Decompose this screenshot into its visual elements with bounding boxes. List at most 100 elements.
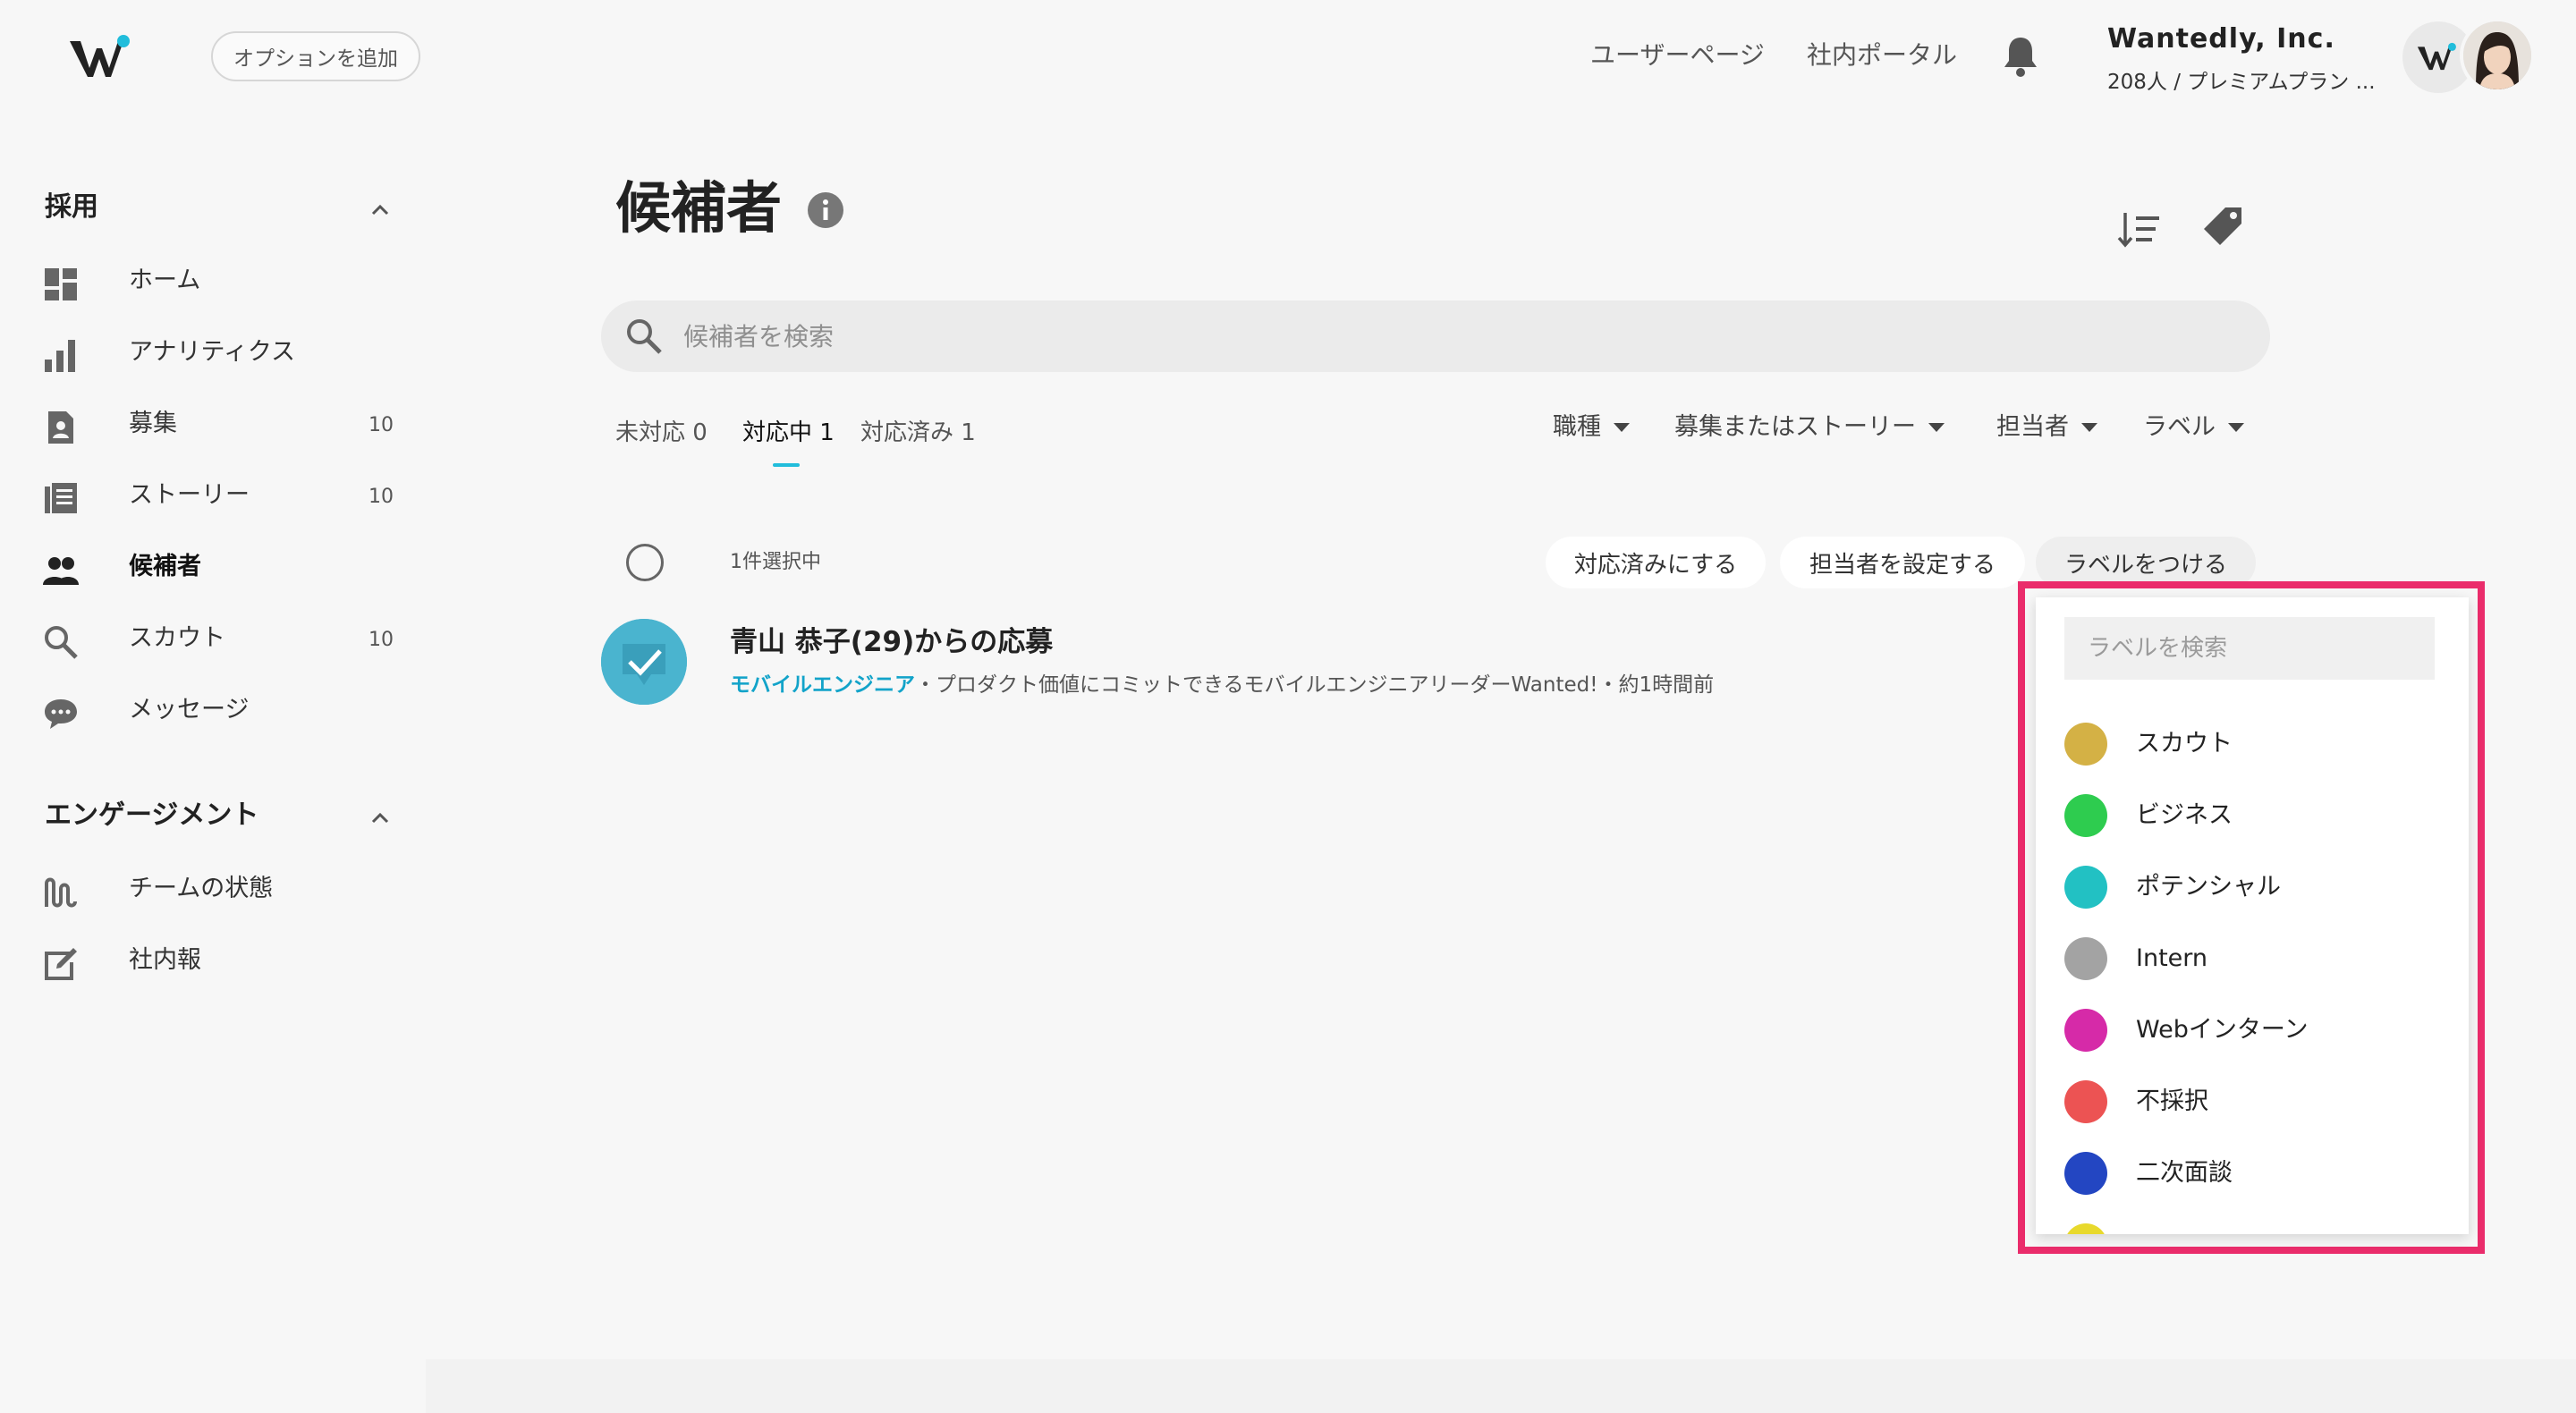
search-input[interactable] — [683, 300, 2204, 372]
label-search-input[interactable] — [2064, 617, 2435, 680]
label-option[interactable]: ビジネス — [2064, 789, 2440, 842]
sidebar-item-label: メッセージ — [129, 696, 250, 723]
sidebar-item-newsletter[interactable]: 社内報 — [36, 935, 411, 989]
filter-label: 担当者 — [1996, 413, 2069, 441]
chevron-up-icon[interactable] — [369, 199, 392, 222]
filter-assignee[interactable]: 担当者 — [1996, 408, 2097, 447]
sidebar-item-label: アナリティクス — [129, 338, 296, 366]
label-option-name: 二次面談 — [2136, 1159, 2233, 1187]
set-assignee-button[interactable]: 担当者を設定する — [1780, 537, 2025, 588]
edit-icon — [43, 946, 79, 982]
bar-chart-icon — [43, 338, 79, 374]
label-option[interactable] — [2064, 1218, 2440, 1234]
filter-job-type[interactable]: 職種 — [1553, 408, 1630, 447]
caret-down-icon — [2228, 423, 2244, 432]
mark-done-button[interactable]: 対応済みにする — [1546, 537, 1766, 588]
sidebar-item-jobs[interactable]: 募集 10 — [36, 399, 411, 453]
active-tab-indicator — [773, 463, 800, 467]
filter-label: 募集またはストーリー — [1674, 413, 1916, 441]
label-option-name: Webインターン — [2136, 1016, 2309, 1044]
label-option[interactable]: ポテンシャル — [2064, 860, 2440, 914]
info-icon[interactable] — [807, 191, 844, 229]
label-dropdown: スカウト ビジネス ポテンシャル Intern Webインターン 不採択 二次面… — [2036, 597, 2469, 1234]
sidebar-item-messages[interactable]: メッセージ — [36, 685, 411, 739]
sidebar-item-scout[interactable]: スカウト 10 — [36, 613, 411, 667]
story-icon — [43, 481, 79, 517]
tab-unhandled[interactable]: 未対応 0 — [615, 413, 708, 453]
label-option-name: ビジネス — [2136, 801, 2233, 829]
sort-icon[interactable] — [2116, 209, 2161, 250]
label-color-dot — [2064, 1223, 2107, 1234]
caret-down-icon — [2081, 423, 2097, 432]
label-option-name: 不採択 — [2136, 1087, 2208, 1115]
caret-down-icon — [1614, 423, 1630, 432]
page-title: 候補者 — [615, 175, 783, 241]
label-color-dot — [2064, 1080, 2107, 1123]
tab-done[interactable]: 対応済み 1 — [860, 413, 976, 453]
sidebar-item-count: 10 — [369, 629, 394, 651]
dashboard-icon — [43, 267, 79, 302]
candidate-meta: モバイルエンジニア・プロダクト価値にコミットできるモバイルエンジニアリーダーWa… — [730, 669, 1714, 701]
caret-down-icon — [1928, 423, 1945, 432]
label-option[interactable]: Webインターン — [2064, 1003, 2440, 1057]
filter-label: 職種 — [1553, 413, 1601, 441]
label-option-name: Intern — [2136, 944, 2208, 972]
search-icon — [43, 624, 79, 660]
label-color-dot — [2064, 866, 2107, 909]
sidebar-item-label: ストーリー — [129, 481, 250, 509]
sidebar-item-label: チームの状態 — [129, 875, 274, 902]
sidebar-item-label: 募集 — [129, 410, 177, 437]
label-color-dot — [2064, 937, 2107, 980]
candidate-detail: ・プロダクト価値にコミットできるモバイルエンジニアリーダーWanted!・約1時… — [915, 673, 1715, 697]
selected-count: 1件選択中 — [730, 551, 821, 573]
account-avatar[interactable] — [2402, 18, 2535, 95]
sidebar-item-stories[interactable]: ストーリー 10 — [36, 470, 411, 524]
sidebar-section-recruiting: 採用 — [45, 191, 98, 223]
chat-icon — [43, 696, 79, 732]
label-option[interactable]: 二次面談 — [2064, 1146, 2440, 1200]
add-option-button[interactable]: オプションを追加 — [211, 31, 420, 81]
user-page-link[interactable]: ユーザーページ — [1590, 36, 1765, 75]
user-avatar — [2460, 18, 2535, 93]
label-color-dot — [2064, 1152, 2107, 1195]
label-option-name: ポテンシャル — [2136, 873, 2281, 901]
candidate-search[interactable] — [601, 300, 2270, 372]
search-icon — [624, 317, 664, 356]
label-option[interactable]: 不採択 — [2064, 1075, 2440, 1129]
label-color-dot — [2064, 723, 2107, 766]
sidebar-item-count: 10 — [369, 486, 394, 508]
filter-label[interactable]: ラベル — [2143, 408, 2244, 447]
label-option-name: スカウト — [2136, 730, 2233, 757]
chevron-up-icon[interactable] — [369, 807, 392, 830]
document-icon — [43, 410, 79, 445]
bell-icon[interactable] — [2000, 34, 2041, 79]
people-icon — [43, 553, 79, 588]
footer-area — [426, 1359, 2576, 1413]
company-plan: 208人 / プレミアムプラン ... — [2107, 71, 2376, 94]
select-all-checkbox[interactable] — [626, 544, 664, 581]
sidebar-item-count: 10 — [369, 414, 394, 436]
sidebar-section-engagement: エンゲージメント — [45, 800, 259, 831]
wave-icon — [43, 875, 79, 910]
sidebar-item-candidates[interactable]: 候補者 — [36, 542, 411, 596]
candidate-role[interactable]: モバイルエンジニア — [730, 673, 915, 697]
sidebar-item-team-status[interactable]: チームの状態 — [36, 864, 411, 918]
portal-link[interactable]: 社内ポータル — [1807, 36, 1957, 75]
sidebar-item-label: ホーム — [129, 267, 201, 294]
label-color-dot — [2064, 794, 2107, 837]
label-option[interactable]: Intern — [2064, 932, 2440, 986]
tab-in-progress[interactable]: 対応中 1 — [742, 413, 835, 453]
company-name[interactable]: Wantedly, Inc. — [2107, 23, 2335, 55]
candidate-name[interactable]: 青山 恭子(29)からの応募 — [730, 621, 1053, 664]
tag-icon[interactable] — [2202, 206, 2243, 247]
filter-label: ラベル — [2143, 413, 2216, 441]
sidebar-item-home[interactable]: ホーム — [36, 256, 411, 309]
sidebar-item-analytics[interactable]: アナリティクス — [36, 327, 411, 381]
label-color-dot — [2064, 1009, 2107, 1052]
sidebar-item-label: スカウト — [129, 624, 225, 652]
label-option[interactable]: スカウト — [2064, 717, 2440, 771]
wantedly-logo[interactable] — [66, 32, 138, 82]
filter-job-or-story[interactable]: 募集またはストーリー — [1674, 408, 1945, 447]
candidate-avatar[interactable] — [601, 619, 687, 705]
sidebar-item-label: 候補者 — [129, 553, 201, 580]
